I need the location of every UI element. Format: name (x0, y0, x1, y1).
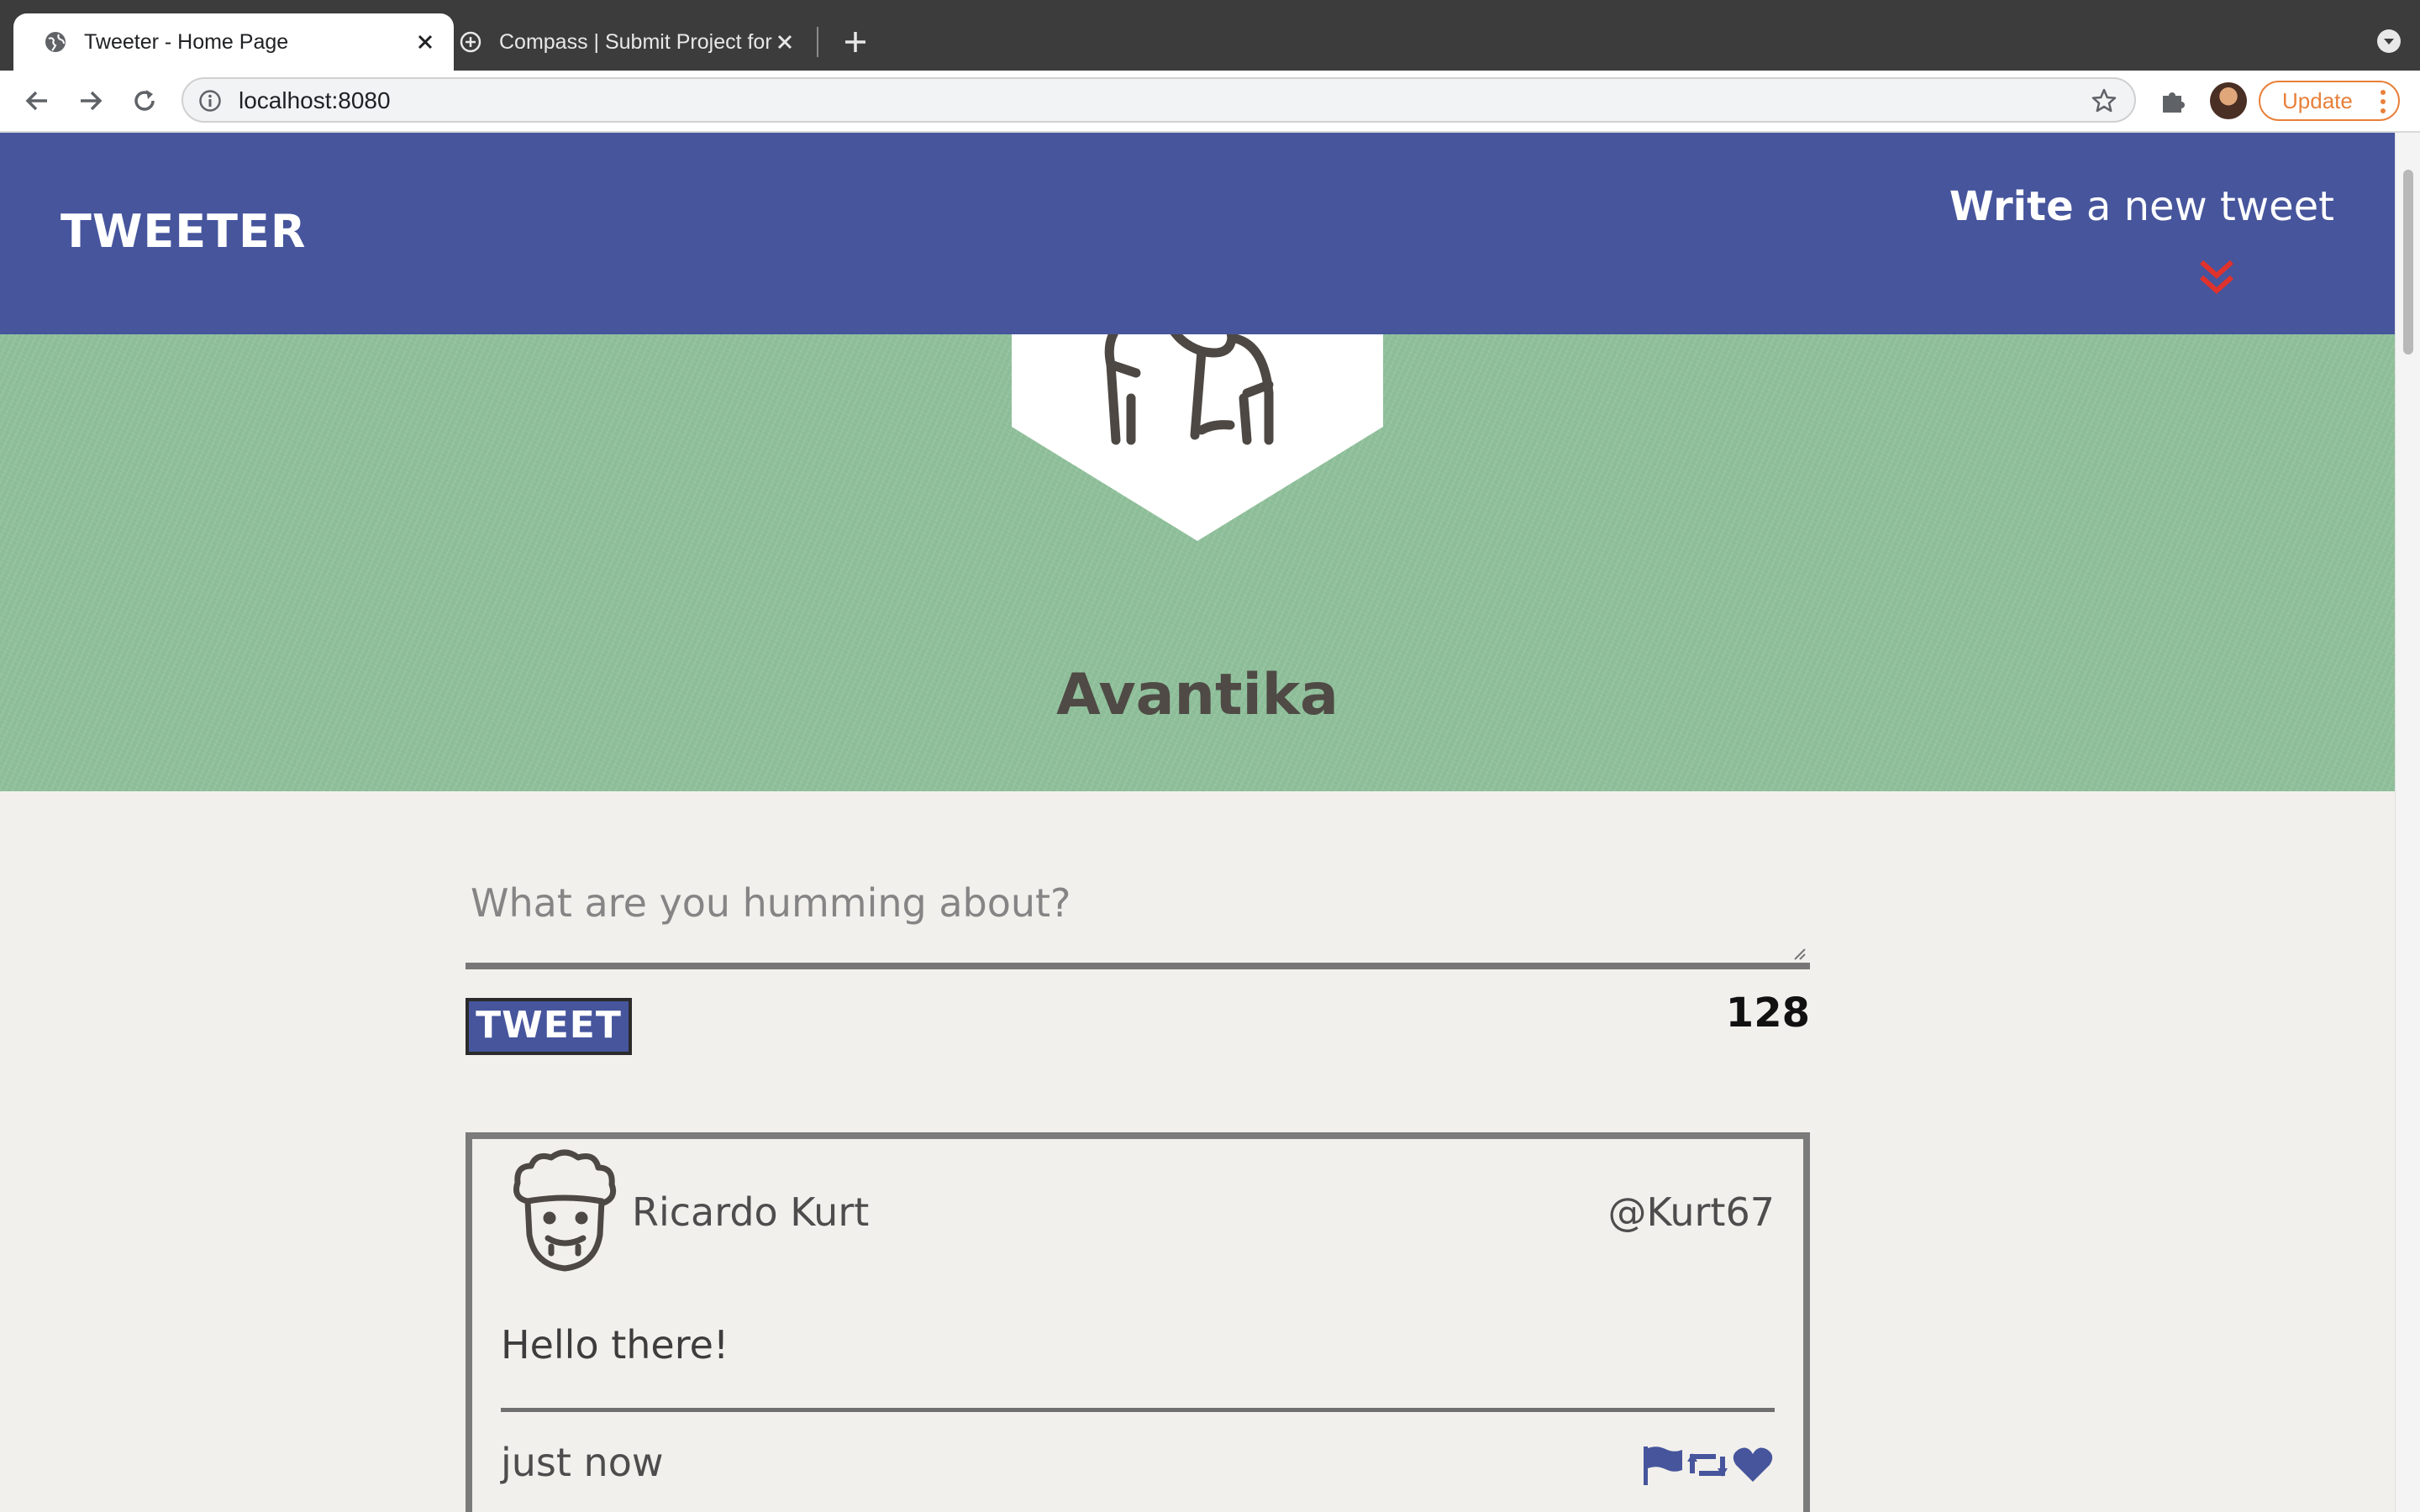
browser-toolbar: localhost:8080 (0, 71, 2420, 133)
bookmark-star-icon[interactable] (2091, 87, 2118, 114)
page-viewport: Avantika TWEETER Write a new tweet What … (0, 133, 2395, 1512)
page-scrollbar[interactable] (2395, 133, 2420, 1512)
update-label: Update (2282, 87, 2353, 113)
write-bold-text: Write (1949, 183, 2074, 230)
tweet-user-avatar (513, 1149, 617, 1272)
address-bar[interactable]: localhost:8080 (182, 77, 2136, 123)
tweet-textarea[interactable]: What are you humming about? (466, 864, 1810, 969)
url-text[interactable]: localhost:8080 (239, 87, 391, 114)
tweet-author-handle: @Kurt67 (1607, 1189, 1775, 1235)
tweet-timestamp: just now (501, 1440, 664, 1485)
scrollbar-thumb[interactable] (2403, 170, 2413, 354)
tweet-text: Hello there! (501, 1322, 729, 1368)
extensions-puzzle-icon[interactable] (2158, 86, 2188, 116)
tweet-divider (501, 1408, 1775, 1412)
resize-handle-icon[interactable] (1793, 948, 1807, 961)
tab-search-icon[interactable] (2376, 29, 2402, 54)
profile-name: Avantika (1056, 662, 1339, 728)
brand-logo[interactable]: TWEETER (60, 205, 306, 258)
tab-title: Tweeter - Home Page (84, 29, 289, 54)
update-button[interactable]: Update (2259, 81, 2400, 121)
flag-icon[interactable] (1640, 1443, 1684, 1487)
tweet-submit-button[interactable]: TWEET (466, 998, 632, 1055)
more-vert-icon[interactable] (2380, 89, 2386, 114)
user-avatar-shield (1012, 318, 1383, 541)
profile-avatar[interactable] (2210, 82, 2247, 119)
tab-separator (817, 27, 818, 57)
reload-icon[interactable] (128, 84, 161, 118)
forward-arrow-icon[interactable] (74, 84, 108, 118)
double-chevron-down-icon[interactable] (2198, 257, 2235, 297)
compass-favicon-icon (459, 30, 482, 54)
new-tab-icon[interactable] (839, 25, 872, 59)
globe-icon (44, 30, 67, 54)
back-arrow-icon[interactable] (20, 84, 54, 118)
tweet-textarea-placeholder: What are you humming about? (471, 880, 1071, 926)
top-navigation: TWEETER Write a new tweet (0, 133, 2395, 334)
write-rest-text: a new tweet (2073, 183, 2334, 230)
site-info-icon[interactable] (198, 89, 222, 113)
retweet-icon[interactable] (1686, 1443, 1729, 1487)
tweet-actions (1640, 1443, 1775, 1487)
write-new-tweet-link[interactable]: Write a new tweet (1949, 183, 2334, 230)
tab-compass[interactable]: Compass | Submit Project for E (429, 13, 813, 71)
tab-title: Compass | Submit Project for E (499, 29, 773, 54)
tab-tweeter-home[interactable]: Tweeter - Home Page (13, 13, 454, 71)
close-tab-icon[interactable] (773, 30, 797, 54)
tweet-author-name: Ricardo Kurt (632, 1189, 870, 1235)
tweet-article: Ricardo Kurt @Kurt67 Hello there! just n… (466, 1132, 1810, 1512)
heart-icon[interactable] (1731, 1443, 1775, 1487)
character-counter: 128 (1725, 990, 1810, 1037)
browser-tab-bar: Tweeter - Home Page Compass | Submit Pro… (0, 0, 2420, 71)
